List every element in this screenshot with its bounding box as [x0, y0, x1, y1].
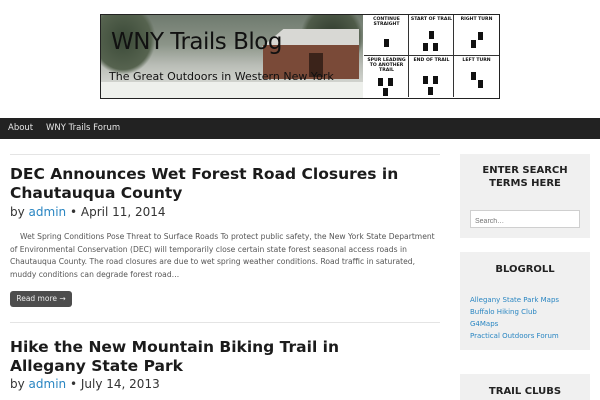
post-meta: by admin • July 14, 2013 [10, 377, 160, 391]
post-title[interactable]: DEC Announces Wet Forest Road Closures i… [10, 165, 410, 203]
blaze-icon [423, 43, 428, 51]
post-meta-by: by [10, 377, 25, 391]
blogroll-widget: BLOGROLL Allegany State Park Maps Buffal… [460, 252, 590, 350]
blaze-icon [428, 87, 433, 95]
post-meta: by admin • April 11, 2014 [10, 205, 166, 219]
legend-start-of-trail: START OF TRAIL [409, 15, 454, 56]
blaze-icon [383, 88, 388, 96]
trail-clubs-widget: TRAIL CLUBS [460, 374, 590, 400]
blogroll-link[interactable]: Practical Outdoors Forum [470, 332, 559, 340]
blaze-icon [433, 43, 438, 51]
search-widget: ENTER SEARCH TERMS HERE [460, 154, 590, 238]
legend-end-of-trail: END OF TRAIL [409, 56, 454, 97]
blaze-icon [423, 76, 428, 84]
trail-clubs-title: TRAIL CLUBS [488, 386, 562, 397]
search-widget-title: ENTER SEARCH TERMS HERE [482, 165, 568, 189]
main-nav: About WNY Trails Forum [0, 118, 600, 139]
legend-right-turn: RIGHT TURN [454, 15, 499, 56]
divider [10, 154, 440, 155]
legend-continue-straight: CONTINUE STRAIGHT [364, 15, 409, 56]
blaze-icon [478, 32, 483, 40]
site-title[interactable]: WNY Trails Blog [111, 29, 282, 55]
post-meta-by: by [10, 205, 25, 219]
post-author-link[interactable]: admin [29, 377, 67, 391]
read-more-button[interactable]: Read more → [10, 291, 72, 307]
blogroll-link[interactable]: Allegany State Park Maps [470, 296, 559, 304]
blaze-icon [378, 78, 383, 86]
blogroll-link[interactable]: G4Maps [470, 320, 498, 328]
header-banner[interactable]: WNY Trails Blog The Great Outdoors in We… [100, 14, 500, 99]
post-excerpt: Wet Spring Conditions Pose Threat to Sur… [10, 232, 435, 279]
blaze-icon [388, 78, 393, 86]
trail-blaze-legend: CONTINUE STRAIGHT START OF TRAIL RIGHT T… [364, 15, 499, 98]
blaze-icon [429, 31, 434, 39]
nav-item-wny-trails-forum[interactable]: WNY Trails Forum [46, 123, 120, 133]
site-tagline: The Great Outdoors in Western New York [109, 70, 334, 83]
blogroll-link[interactable]: Buffalo Hiking Club [470, 308, 537, 316]
post-date: • July 14, 2013 [69, 377, 160, 391]
post-date: • April 11, 2014 [69, 205, 166, 219]
nav-item-about[interactable]: About [8, 123, 33, 133]
blaze-icon [478, 80, 483, 88]
banner-photo [101, 15, 363, 98]
blaze-icon [433, 76, 438, 84]
blogroll-title: BLOGROLL [495, 264, 555, 275]
legend-left-turn: LEFT TURN [454, 56, 499, 97]
blaze-icon [471, 40, 476, 48]
blaze-icon [471, 72, 476, 80]
blaze-icon [384, 39, 389, 47]
search-input[interactable] [470, 210, 580, 228]
post-author-link[interactable]: admin [29, 205, 67, 219]
post-title[interactable]: Hike the New Mountain Biking Trail in Al… [10, 338, 410, 376]
legend-spur-trail: SPUR LEADING TO ANOTHER TRAIL [364, 56, 409, 97]
divider [10, 322, 440, 323]
